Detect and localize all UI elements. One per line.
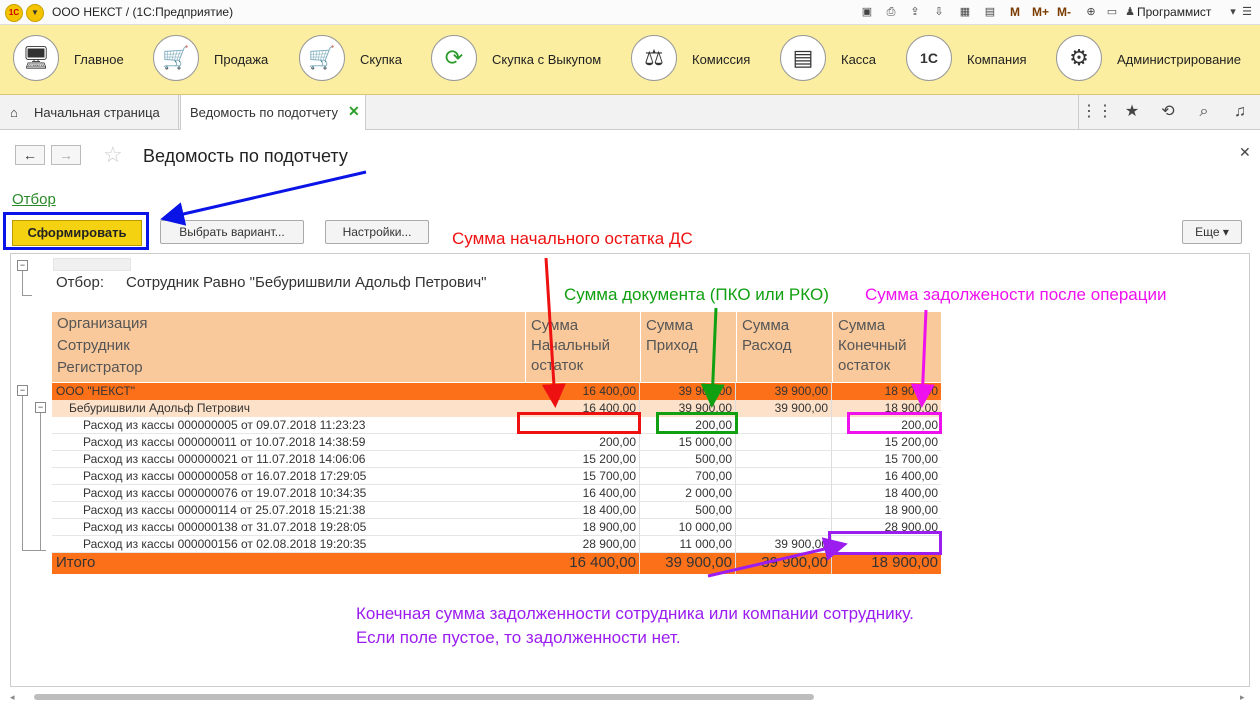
scrollbar-thumb[interactable] (34, 694, 814, 700)
annotation-arrows (160, 170, 935, 578)
arrow-red (541, 257, 566, 408)
scroll-left-icon[interactable]: ◂ (10, 692, 15, 703)
horizontal-scrollbar[interactable]: ◂ ▸ (10, 692, 1250, 702)
arrow-blue (160, 170, 367, 226)
arrow-magenta (910, 309, 935, 408)
arrow-purple (707, 537, 848, 578)
scroll-right-icon[interactable]: ▸ (1240, 692, 1245, 703)
arrow-green (700, 307, 725, 408)
